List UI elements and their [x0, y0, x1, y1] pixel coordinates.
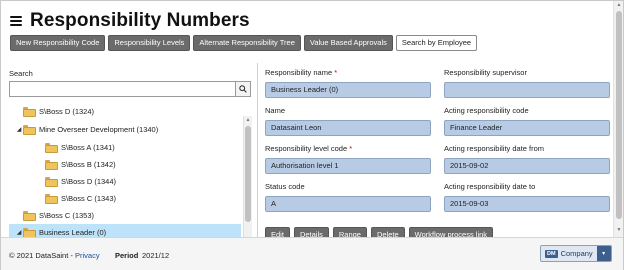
period-label: Period	[115, 251, 139, 260]
search-button[interactable]	[235, 81, 251, 97]
panel-divider	[257, 63, 258, 241]
copyright-label: © 2021 DataSaint -	[9, 251, 75, 260]
name-field: Name Datasaint Leon	[265, 105, 431, 136]
status-code-value[interactable]: A	[265, 196, 431, 212]
page-scrollbar[interactable]: ▲ ▼	[613, 1, 623, 237]
acting-date-from-value[interactable]: 2015-09-02	[444, 158, 610, 174]
alternate-responsibility-tree-button[interactable]: Alternate Responsibility Tree	[193, 35, 301, 51]
acting-date-to-value[interactable]: 2015-09-03	[444, 196, 610, 212]
new-responsibility-code-button[interactable]: New Responsibility Code	[10, 35, 106, 51]
collapse-caret-icon[interactable]: ◢	[15, 229, 23, 236]
tree-item-label: S\Boss A (1341)	[61, 142, 115, 152]
toolbar: New Responsibility Code Responsibility L…	[10, 35, 478, 51]
tree-item-label: S\Boss C (1353)	[39, 210, 95, 220]
tree-item-label: S\Boss D (1324)	[39, 106, 95, 116]
responsibility-level-code-label: Responsibility level code	[265, 144, 348, 153]
acting-responsibility-code-field: Acting responsibility code Finance Leade…	[444, 105, 610, 136]
company-label: Company	[560, 249, 593, 258]
tree-item-label: S\Boss B (1342)	[61, 159, 116, 169]
folder-icon	[23, 125, 36, 135]
responsibility-levels-button[interactable]: Responsibility Levels	[108, 35, 191, 51]
tree-item[interactable]: S\Boss D (1344)	[45, 173, 116, 189]
tree-item[interactable]: S\Boss A (1341)	[45, 139, 115, 155]
tree-panel: Search S\Boss D (1324) ◢ Mine Overseer D…	[9, 67, 253, 237]
required-marker: *	[349, 144, 353, 153]
company-button[interactable]: DM Company	[541, 246, 597, 261]
collapse-caret-icon[interactable]: ◢	[15, 126, 23, 133]
company-selector[interactable]: DM Company ▾	[540, 245, 612, 262]
tree-item-label: Business Leader (0)	[39, 227, 107, 237]
folder-icon	[45, 160, 58, 170]
responsibility-supervisor-label: Responsibility supervisor	[444, 68, 527, 77]
page-title: Responsibility Numbers	[30, 10, 250, 31]
responsibility-name-label: Responsibility name	[265, 68, 333, 77]
tree-item-label: Mine Overseer Development (1340)	[39, 124, 159, 134]
status-code-label: Status code	[265, 182, 305, 191]
period-value: 2021/12	[142, 251, 170, 260]
required-marker: *	[334, 68, 338, 77]
tree-item[interactable]: S\Boss C (1343)	[45, 190, 116, 206]
responsibility-supervisor-value[interactable]	[444, 82, 610, 98]
copyright-text: © 2021 DataSaint - Privacy	[9, 251, 100, 260]
app-window: Responsibility Numbers New Responsibilit…	[0, 0, 624, 270]
responsibility-tree: S\Boss D (1324) ◢ Mine Overseer Developm…	[9, 103, 241, 237]
folder-icon	[23, 211, 36, 221]
scroll-up-arrow-icon[interactable]: ▲	[616, 2, 622, 8]
folder-icon	[23, 228, 36, 237]
footer: © 2021 DataSaint - Privacy Period 2021/1…	[1, 237, 623, 270]
folder-icon	[23, 107, 36, 117]
responsibility-level-code-field: Responsibility level code * Authorisatio…	[265, 143, 431, 174]
search-label: Search	[9, 69, 33, 78]
page-header: Responsibility Numbers	[10, 9, 250, 33]
responsibility-level-code-value[interactable]: Authorisation level 1	[265, 158, 431, 174]
scroll-down-arrow-icon[interactable]: ▼	[616, 227, 622, 233]
responsibility-supervisor-field: Responsibility supervisor	[444, 67, 610, 98]
acting-date-to-label: Acting responsibility date to	[444, 182, 536, 191]
name-value[interactable]: Datasaint Leon	[265, 120, 431, 136]
name-label: Name	[265, 106, 286, 115]
acting-date-from-label: Acting responsibility date from	[444, 144, 545, 153]
folder-icon	[45, 143, 58, 153]
tree-item[interactable]: S\Boss D (1324)	[15, 103, 94, 119]
search-bar	[9, 81, 251, 97]
acting-date-to-field: Acting responsibility date to 2015-09-03	[444, 181, 610, 212]
acting-date-from-field: Acting responsibility date from 2015-09-…	[444, 143, 610, 174]
dm-logo-icon: DM	[545, 249, 558, 258]
responsibility-name-field: Responsibility name * Business Leader (0…	[265, 67, 431, 98]
tree-item[interactable]: S\Boss B (1342)	[45, 156, 116, 172]
acting-responsibility-code-value[interactable]: Finance Leader	[444, 120, 610, 136]
responsibility-name-value[interactable]: Business Leader (0)	[265, 82, 431, 98]
folder-icon	[45, 177, 58, 187]
tree-scrollbar[interactable]: ▲	[243, 116, 252, 237]
page-scrollbar-thumb[interactable]	[616, 11, 622, 219]
tree-scrollbar-thumb[interactable]	[245, 126, 251, 222]
privacy-link[interactable]: Privacy	[75, 251, 100, 260]
status-code-field: Status code A	[265, 181, 431, 212]
search-input[interactable]	[9, 81, 235, 97]
tree-item-selected[interactable]: ◢ Business Leader (0)	[9, 224, 241, 237]
value-based-approvals-button[interactable]: Value Based Approvals	[303, 35, 393, 51]
scroll-up-arrow-icon[interactable]: ▲	[245, 117, 251, 123]
tree-item[interactable]: ◢ Mine Overseer Development (1340)	[15, 121, 158, 137]
search-icon	[239, 85, 247, 93]
tree-item-label: S\Boss C (1343)	[61, 193, 117, 203]
search-by-employee-button[interactable]: Search by Employee	[395, 35, 478, 51]
hamburger-menu-icon[interactable]	[10, 16, 22, 26]
caret-down-icon[interactable]: ▾	[596, 246, 611, 261]
acting-responsibility-code-label: Acting responsibility code	[444, 106, 529, 115]
tree-item[interactable]: S\Boss C (1353)	[23, 207, 94, 223]
responsibility-detail-form: Responsibility name * Business Leader (0…	[265, 67, 611, 243]
tree-item-label: S\Boss D (1344)	[61, 176, 117, 186]
folder-icon	[45, 194, 58, 204]
